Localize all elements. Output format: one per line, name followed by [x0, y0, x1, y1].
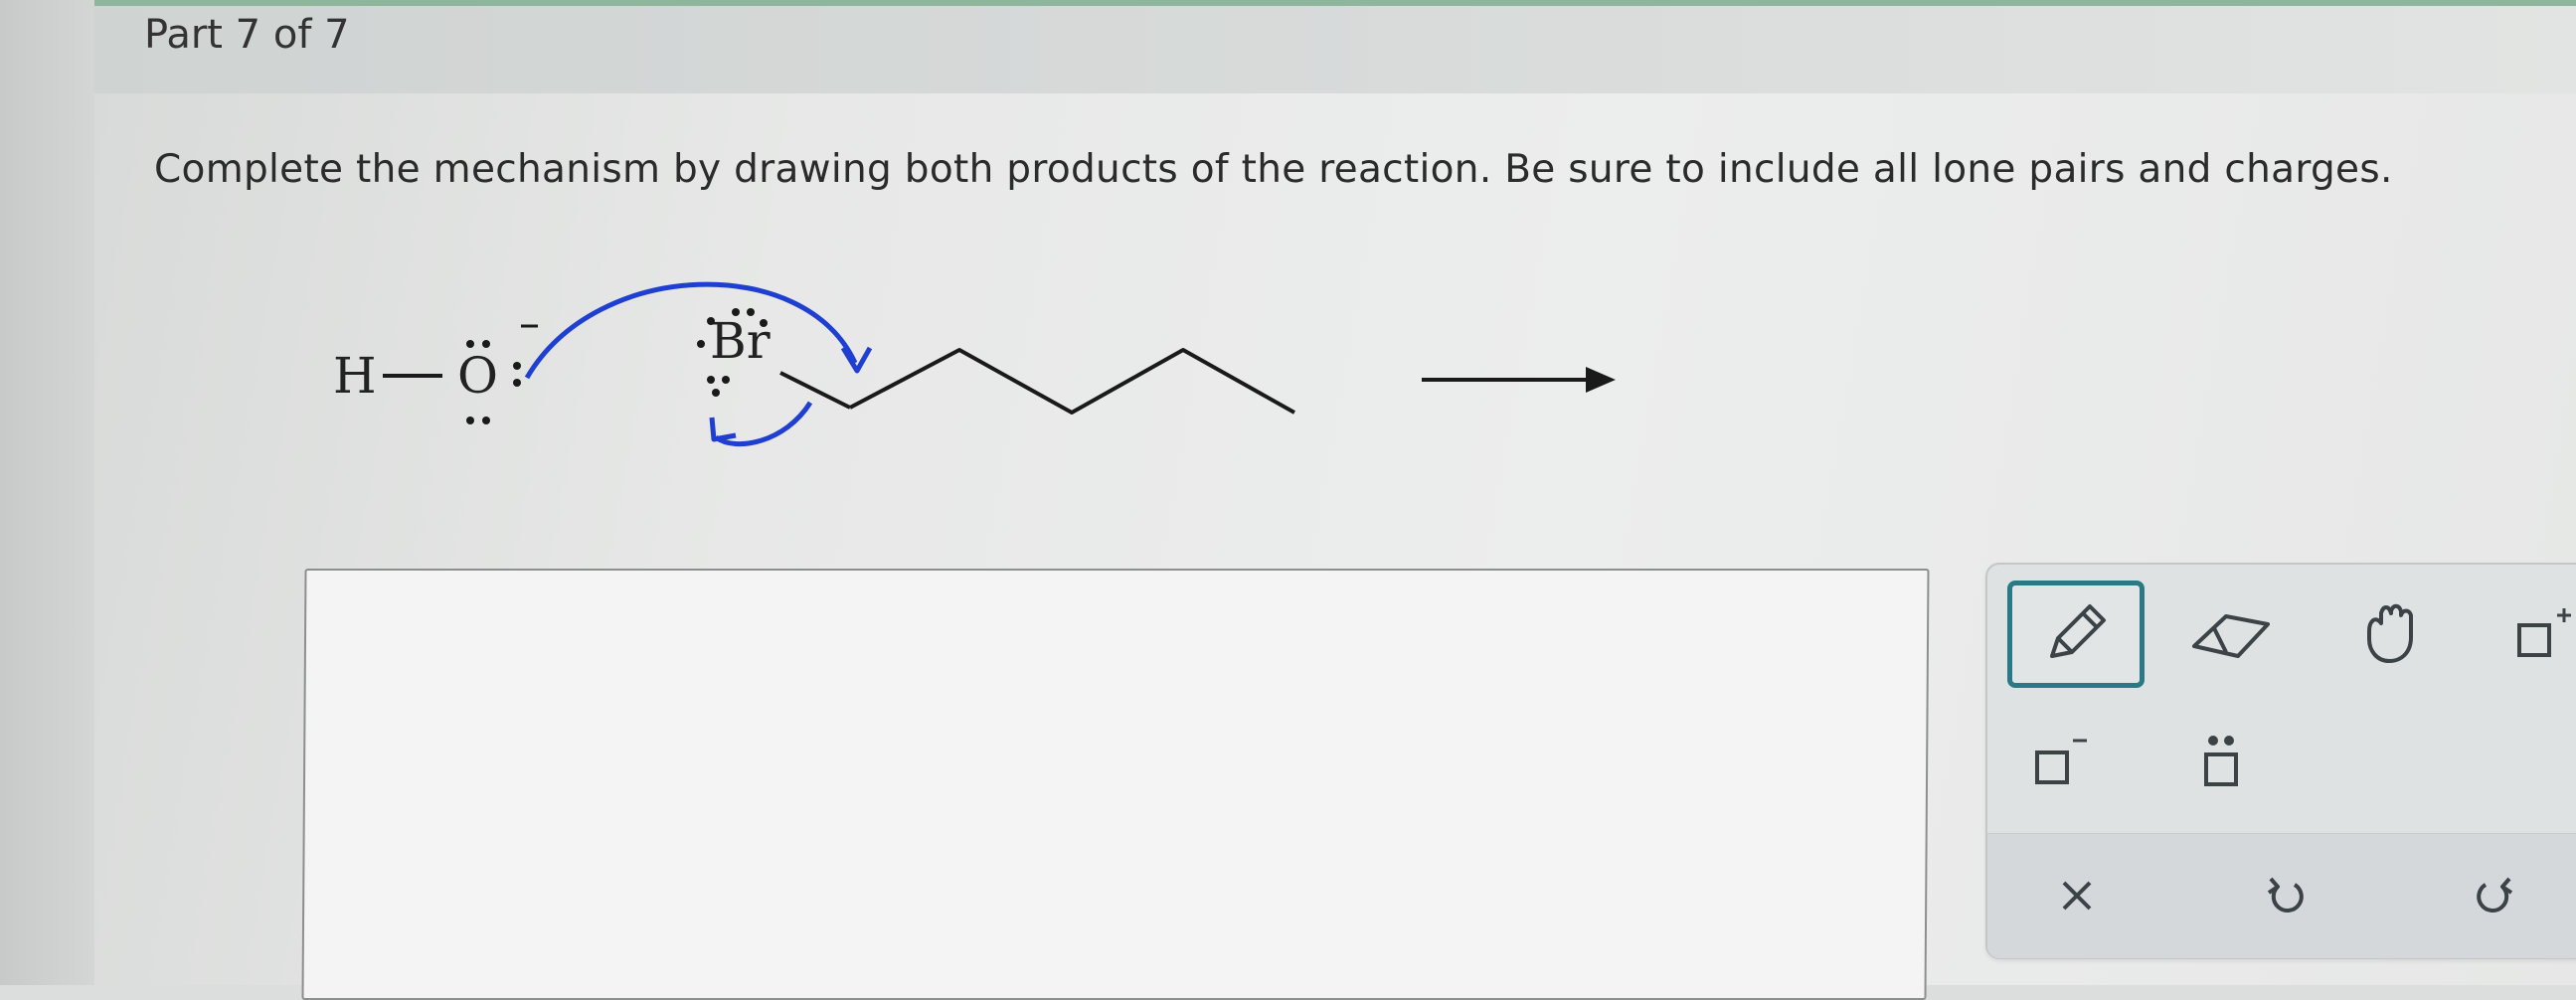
- drawing-canvas[interactable]: [301, 569, 1930, 1000]
- clear-icon: [2062, 881, 2092, 911]
- add-positive-charge-icon: [2517, 608, 2571, 657]
- add-lone-pair-button[interactable]: [2171, 714, 2271, 813]
- eraser-icon: [2192, 614, 2270, 658]
- c-br-bond: [779, 371, 851, 410]
- pencil-icon: [2050, 604, 2106, 658]
- hand-icon: [2367, 603, 2413, 663]
- part-label: Part 7 of 7: [144, 12, 350, 58]
- eraser-tool-button[interactable]: [2176, 586, 2286, 686]
- hydrogen-atom-label: H: [333, 347, 377, 405]
- reaction-mechanism: H O Br: [298, 268, 1740, 467]
- add-negative-charge-button[interactable]: [2012, 714, 2112, 813]
- oxygen-atom-label: O: [457, 347, 498, 405]
- left-margin: [0, 0, 94, 985]
- reaction-arrow-head: [1586, 367, 1616, 393]
- part-header-bar: [94, 6, 2576, 93]
- redo-icon: [2477, 877, 2513, 913]
- question-instruction: Complete the mechanism by drawing both p…: [154, 147, 2393, 192]
- carbon-chain: [849, 348, 1295, 415]
- nucleophile-arrow-head: [840, 346, 873, 374]
- drawing-toolbar: [1985, 563, 2576, 959]
- nucleophile-attack-arrow: [524, 281, 858, 380]
- pencil-tool-button[interactable]: [2007, 581, 2145, 688]
- clear-button[interactable]: [2027, 846, 2127, 945]
- redo-button[interactable]: [2445, 846, 2544, 945]
- add-negative-charge-icon: [2035, 739, 2087, 784]
- add-lone-pair-icon: [2204, 736, 2238, 786]
- toolbar-action-bar: [1987, 833, 2576, 958]
- move-tool-button[interactable]: [2335, 586, 2445, 686]
- leaving-group-arrow-head: [709, 417, 737, 442]
- undo-button[interactable]: [2236, 846, 2335, 945]
- add-positive-charge-button[interactable]: [2494, 586, 2576, 686]
- undo-icon: [2267, 877, 2304, 913]
